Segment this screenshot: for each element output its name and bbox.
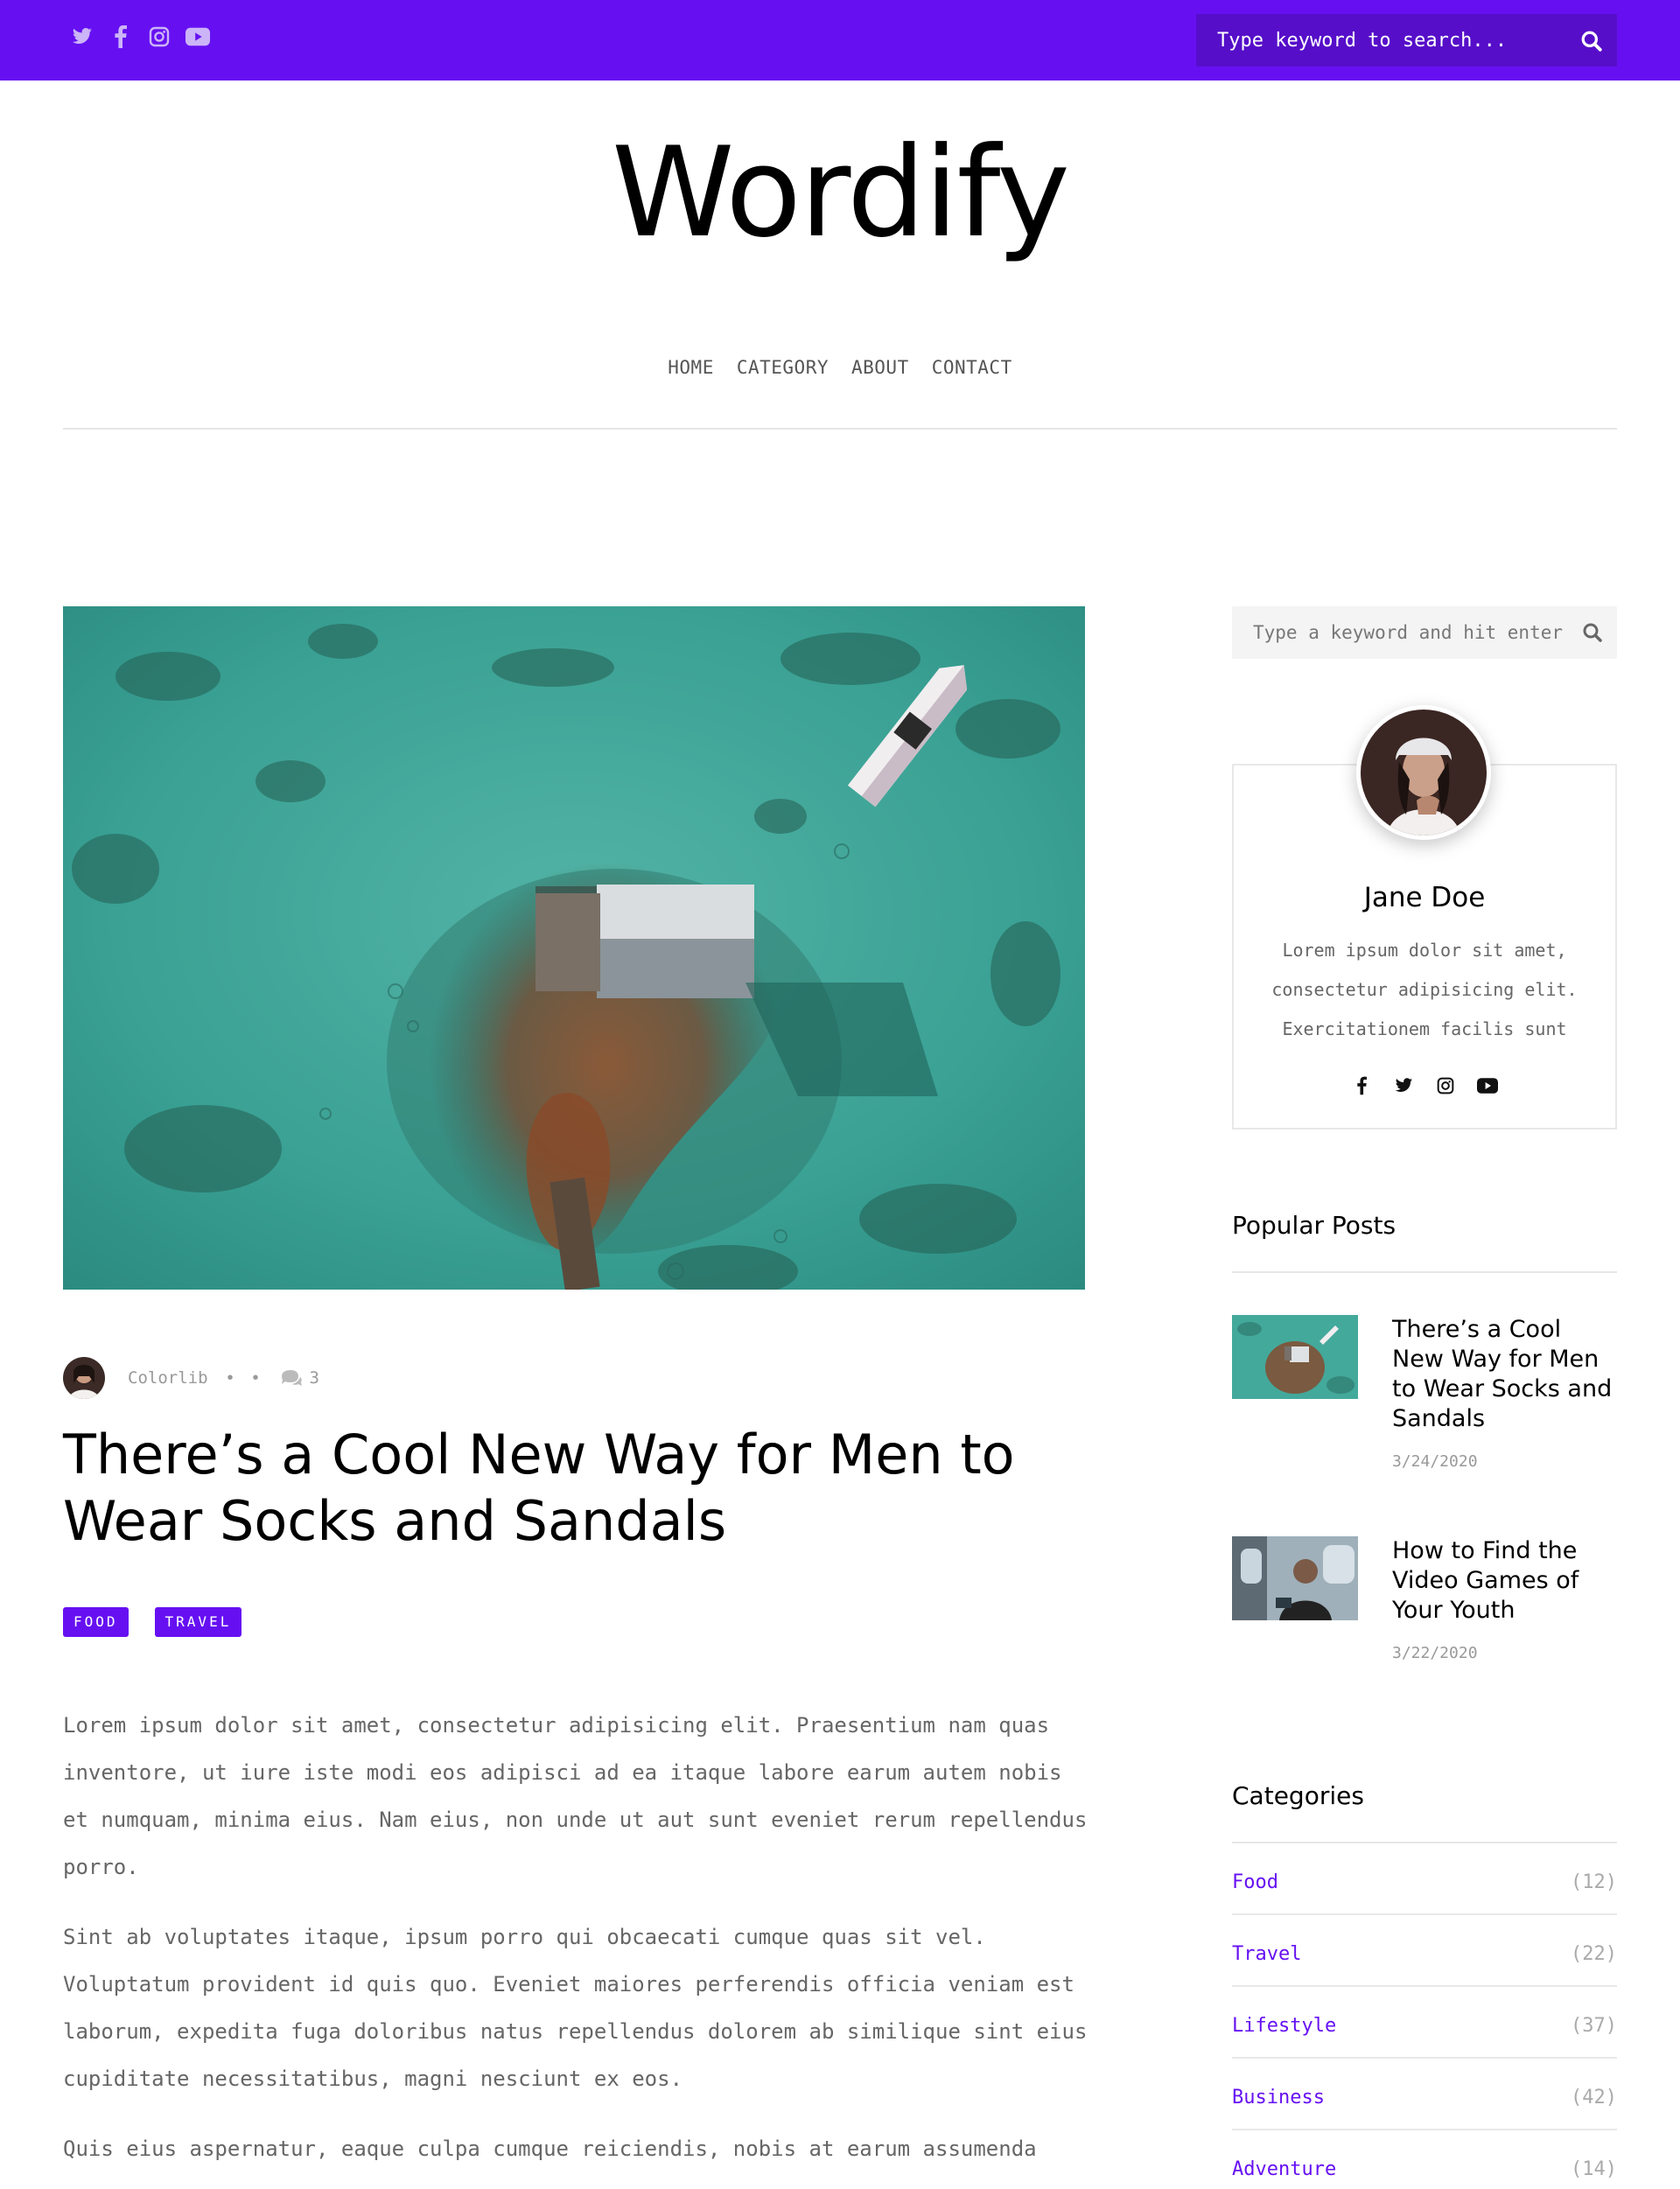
category-count: (22) — [1571, 1942, 1617, 1965]
popular-post-title[interactable]: How to Find the Video Games of Your Yout… — [1392, 1536, 1620, 1626]
widget-divider — [1232, 1271, 1617, 1273]
facebook-icon[interactable] — [1350, 1074, 1373, 1097]
header-social-links — [70, 24, 210, 49]
paragraph: Lorem ipsum dolor sit amet, consectetur … — [63, 1713, 1088, 1879]
category-count: (42) — [1571, 2086, 1617, 2109]
popular-post-item[interactable]: How to Find the Video Games of Your Yout… — [1232, 1536, 1617, 1668]
category-item[interactable]: Adventure (14) — [1232, 2130, 1617, 2189]
category-count: (12) — [1571, 1871, 1617, 1893]
youtube-icon[interactable] — [186, 24, 210, 49]
popular-post-thumbnail[interactable] — [1232, 1536, 1358, 1620]
meta-separator: • — [227, 1367, 234, 1388]
twitter-icon[interactable] — [1392, 1074, 1415, 1097]
categories-title: Categories — [1232, 1781, 1364, 1810]
category-count: (37) — [1571, 2014, 1617, 2037]
paragraph: Quis eius aspernatur, eaque culpa cumque… — [63, 2137, 1037, 2161]
paragraph: Sint ab voluptates itaque, ipsum porro q… — [63, 1925, 1088, 2091]
meta-separator: • — [252, 1367, 259, 1388]
site-logo[interactable]: Wordify — [0, 131, 1680, 255]
tag-food[interactable]: FOOD — [63, 1607, 129, 1637]
popular-post-title[interactable]: There’s a Cool New Way for Men to Wear S… — [1392, 1315, 1620, 1434]
tag-travel[interactable]: TRAVEL — [154, 1607, 242, 1637]
post-tags: FOOD TRAVEL — [63, 1607, 242, 1637]
category-link[interactable]: Lifestyle — [1232, 2015, 1336, 2037]
sidebar-search — [1232, 606, 1617, 659]
instagram-icon[interactable] — [147, 24, 172, 49]
search-icon[interactable] — [1582, 622, 1603, 643]
bio-avatar — [1356, 705, 1491, 840]
bio-name: Jane Doe — [1363, 882, 1486, 913]
post-hero-image — [63, 606, 1085, 1290]
category-item[interactable]: Food (12) — [1232, 1843, 1617, 1915]
category-item[interactable]: Business (42) — [1232, 2059, 1617, 2130]
category-link[interactable]: Business — [1232, 2087, 1325, 2109]
author-avatar[interactable] — [63, 1357, 105, 1399]
comment-count[interactable]: 3 — [310, 1368, 319, 1388]
post-meta: Colorlib • • 3 — [63, 1356, 319, 1400]
top-bar — [0, 0, 1680, 80]
category-link[interactable]: Food — [1232, 1871, 1278, 1893]
category-link[interactable]: Travel — [1232, 1943, 1301, 1965]
search-icon[interactable] — [1580, 30, 1603, 52]
sidebar-search-input[interactable] — [1232, 606, 1582, 659]
category-count: (14) — [1571, 2158, 1617, 2180]
youtube-icon[interactable] — [1476, 1074, 1499, 1097]
post-title: There’s a Cool New Way for Men to Wear S… — [63, 1423, 1015, 1553]
category-item[interactable]: Lifestyle (37) — [1232, 1987, 1617, 2059]
bio-text: Lorem ipsum dolor sit amet, consectetur … — [1271, 940, 1578, 1039]
popular-post-date: 3/22/2020 — [1392, 1644, 1478, 1662]
facebook-icon[interactable] — [108, 24, 133, 49]
nav-about[interactable]: ABOUT — [851, 357, 909, 378]
post-author[interactable]: Colorlib — [128, 1368, 208, 1388]
main-nav: HOME CATEGORY ABOUT CONTACT — [0, 357, 1680, 378]
category-list: Food (12) Travel (22) Lifestyle (37) Busine… — [1232, 1843, 1617, 2189]
popular-post-item[interactable]: There’s a Cool New Way for Men to Wear S… — [1232, 1315, 1617, 1472]
popular-post-thumbnail[interactable] — [1232, 1315, 1358, 1399]
nav-category[interactable]: CATEGORY — [737, 357, 829, 378]
bio-social-links — [1232, 1074, 1617, 1097]
header-search-input[interactable] — [1196, 14, 1564, 66]
popular-posts-title: Popular Posts — [1232, 1211, 1396, 1240]
twitter-icon[interactable] — [70, 24, 94, 49]
category-item[interactable]: Travel (22) — [1232, 1915, 1617, 1987]
nav-home[interactable]: HOME — [668, 357, 714, 378]
instagram-icon[interactable] — [1434, 1074, 1457, 1097]
nav-contact[interactable]: CONTACT — [932, 357, 1012, 378]
category-link[interactable]: Adventure — [1232, 2158, 1336, 2180]
nav-divider — [63, 428, 1617, 430]
popular-post-date: 3/24/2020 — [1392, 1452, 1478, 1471]
header-search — [1196, 14, 1617, 66]
comment-icon — [281, 1370, 302, 1386]
post-body: Lorem ipsum dolor sit amet, consectetur … — [63, 1702, 1091, 2189]
